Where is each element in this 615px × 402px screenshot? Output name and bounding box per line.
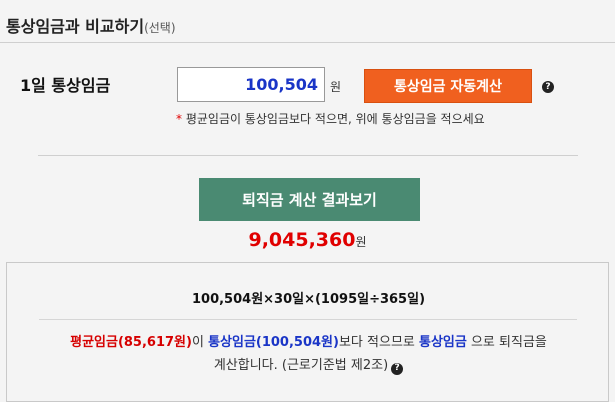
calculation-formula: 100,504원×30일×(1095일÷365일) [191, 292, 426, 307]
wage-hint: * 평균임금이 통상임금보다 적으면, 위에 통상임금을 적으세요 [176, 110, 485, 127]
ordinary-wage-term: 통상임금 [419, 335, 467, 350]
explanation-text-1: 이 [191, 335, 209, 350]
ordinary-wage-value: 통상임금(100,504원) [208, 335, 339, 350]
average-wage-value: 평균임금(85,617원) [70, 335, 192, 350]
daily-ordinary-wage-input[interactable] [177, 67, 325, 102]
wage-unit: 원 [330, 80, 342, 94]
required-star: * [176, 112, 182, 126]
severance-unit: 원 [355, 235, 367, 249]
severance-amount: 9,045,360 [248, 229, 356, 251]
wage-hint-text: 평균임금이 통상임금보다 적으면, 위에 통상임금을 적으세요 [185, 112, 485, 126]
divider [38, 155, 578, 156]
section-title-text: 통상임금과 비교하기 [6, 17, 145, 36]
help-icon[interactable]: ? [542, 81, 554, 93]
panel-divider [39, 319, 577, 320]
calculation-explanation: 평균임금(85,617원)이 통상임금(100,504원)보다 적으므로 통상임… [7, 331, 610, 377]
law-help-icon[interactable]: ? [391, 362, 404, 375]
explanation-text-3: 으로 퇴직금을 [466, 335, 547, 350]
optional-tag: (선택) [144, 21, 176, 35]
calculation-detail-panel: 100,504원×30일×(1095일÷365일) 평균임금(85,617원)이… [6, 262, 609, 402]
view-severance-result-button[interactable]: 퇴직금 계산 결과보기 [199, 178, 420, 221]
severance-result: 9,045,360원 [0, 229, 615, 251]
explanation-text-4: 계산합니다. (근로기준법 제2조) [213, 358, 389, 373]
auto-calculate-ordinary-wage-button[interactable]: 통상임금 자동계산 [364, 69, 532, 103]
daily-ordinary-wage-label: 1일 통상임금 [20, 76, 111, 95]
section-header: 통상임금과 비교하기(선택) [0, 0, 615, 43]
explanation-text-2: 보다 적으므로 [338, 335, 419, 350]
section-title: 통상임금과 비교하기(선택) [6, 13, 176, 37]
